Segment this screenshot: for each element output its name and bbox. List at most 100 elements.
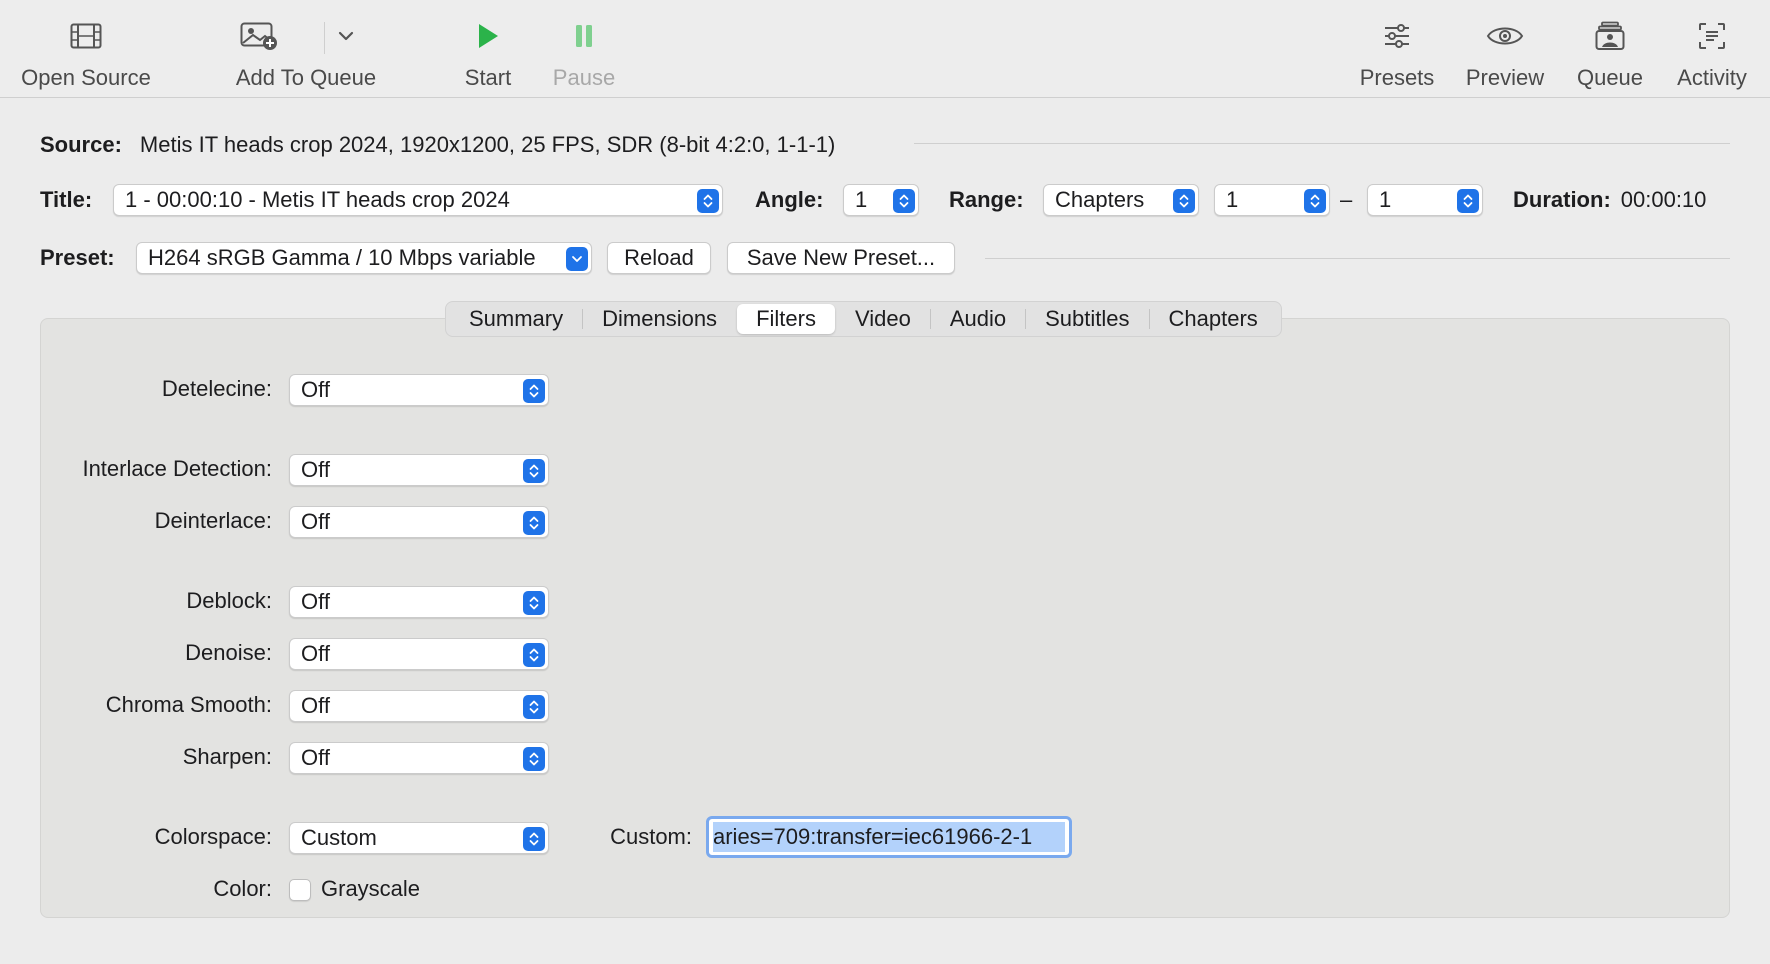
tab-chapters[interactable]: Chapters (1150, 304, 1277, 334)
open-source-label: Open Source (21, 65, 151, 90)
grayscale-checkbox[interactable] (289, 879, 311, 901)
deinterlace-popup[interactable]: Off (289, 506, 549, 538)
open-source-button[interactable]: Open Source (14, 0, 158, 98)
tab-filters[interactable]: Filters (737, 304, 835, 334)
title-label-wrap: Title: (40, 185, 92, 215)
start-button[interactable]: Start (450, 0, 526, 98)
chroma-smooth-stepper-icon (523, 695, 545, 719)
custom-colorspace-value: aries=709:transfer=iec61966-2-1 (713, 822, 1065, 852)
preview-button[interactable]: Preview (1460, 0, 1550, 98)
eye-icon (1486, 17, 1524, 55)
range-start-popup[interactable]: 1 (1214, 184, 1330, 216)
toolbar-separator (324, 22, 325, 54)
film-icon (70, 17, 102, 55)
interlace-detection-label: Interlace Detection: (82, 456, 272, 481)
tab-video[interactable]: Video (836, 304, 930, 334)
angle-popup-value: 1 (855, 187, 868, 212)
sharpen-label: Sharpen: (182, 744, 272, 769)
detelecine-stepper-icon (523, 379, 545, 403)
presets-label: Presets (1359, 65, 1435, 90)
source-label: Source: (40, 132, 122, 157)
deblock-value: Off (301, 589, 330, 614)
interlace-detection-stepper-icon (523, 459, 545, 483)
play-icon (475, 17, 501, 55)
preset-label: Preset: (40, 245, 115, 270)
start-label: Start (464, 65, 512, 90)
custom-colorspace-text: aries=709:transfer=iec61966-2-1 (713, 824, 1033, 849)
add-photo-icon (240, 17, 278, 55)
sharpen-popup[interactable]: Off (289, 742, 549, 774)
range-end-stepper-icon (1457, 189, 1479, 213)
range-type-value: Chapters (1055, 187, 1145, 212)
source-divider (914, 143, 1730, 144)
deblock-label: Deblock: (186, 588, 272, 613)
title-label: Title: (40, 187, 93, 212)
queue-label: Queue (1576, 65, 1644, 90)
denoise-popup[interactable]: Off (289, 638, 549, 670)
colorspace-stepper-icon (523, 827, 545, 851)
tab-dimensions[interactable]: Dimensions (583, 304, 736, 334)
range-type-stepper-icon (1173, 189, 1195, 213)
denoise-value: Off (301, 641, 330, 666)
source-value: Metis IT heads crop 2024, 1920x1200, 25 … (139, 132, 836, 157)
angle-label: Angle: (755, 187, 824, 212)
range-label-wrap: Range: (949, 185, 1024, 215)
activity-button[interactable]: Activity (1668, 0, 1756, 98)
denoise-label: Denoise: (185, 640, 272, 665)
toolbar: Open Source Add To Queue Start Pause Pre… (0, 0, 1770, 98)
add-to-queue-label: Add To Queue (235, 65, 377, 90)
range-separator: – (1340, 187, 1353, 212)
grayscale-label[interactable]: Grayscale (321, 876, 420, 902)
pause-label: Pause (552, 65, 616, 90)
reload-button[interactable]: Reload (607, 242, 711, 274)
deblock-popup[interactable]: Off (289, 586, 549, 618)
color-label: Color: (213, 876, 272, 901)
custom-colorspace-input[interactable]: aries=709:transfer=iec61966-2-1 (706, 816, 1072, 858)
pause-button[interactable]: Pause (546, 0, 622, 98)
preset-popup[interactable]: H264 sRGB Gamma / 10 Mbps variable (136, 242, 592, 274)
title-popup-stepper-icon (697, 189, 719, 213)
preset-popup-value: H264 sRGB Gamma / 10 Mbps variable (148, 245, 536, 270)
tab-summary[interactable]: Summary (450, 304, 582, 334)
presets-button[interactable]: Presets (1352, 0, 1442, 98)
source-row: Source: Metis IT heads crop 2024, 1920x1… (40, 130, 835, 160)
detelecine-value: Off (301, 377, 330, 402)
range-label: Range: (949, 187, 1024, 212)
chroma-smooth-value: Off (301, 693, 330, 718)
angle-popup-stepper-icon (893, 189, 915, 213)
range-end-value: 1 (1379, 187, 1392, 212)
deinterlace-label: Deinterlace: (154, 508, 272, 533)
preset-divider (985, 258, 1730, 259)
deblock-stepper-icon (523, 591, 545, 615)
add-to-queue-button[interactable]: Add To Queue (226, 0, 386, 98)
range-type-popup[interactable]: Chapters (1043, 184, 1199, 216)
interlace-detection-value: Off (301, 457, 330, 482)
range-start-stepper-icon (1304, 189, 1326, 213)
queue-button[interactable]: Queue (1566, 0, 1654, 98)
angle-popup[interactable]: 1 (843, 184, 919, 216)
detelecine-popup[interactable]: Off (289, 374, 549, 406)
colorspace-popup[interactable]: Custom (289, 822, 549, 854)
custom-label: Custom: (610, 824, 692, 849)
denoise-stepper-icon (523, 643, 545, 667)
tab-audio[interactable]: Audio (931, 304, 1025, 334)
title-popup[interactable]: 1 - 00:00:10 - Metis IT heads crop 2024 (113, 184, 723, 216)
colorspace-value: Custom (301, 825, 377, 850)
interlace-detection-popup[interactable]: Off (289, 454, 549, 486)
title-popup-value: 1 - 00:00:10 - Metis IT heads crop 2024 (125, 187, 510, 212)
add-to-queue-menu-chevron-icon[interactable] (334, 26, 358, 46)
chroma-smooth-label: Chroma Smooth: (105, 692, 272, 717)
chroma-smooth-popup[interactable]: Off (289, 690, 549, 722)
pause-icon (573, 17, 595, 55)
preview-label: Preview (1465, 65, 1545, 90)
save-new-preset-button[interactable]: Save New Preset... (727, 242, 955, 274)
sharpen-stepper-icon (523, 747, 545, 771)
range-end-popup[interactable]: 1 (1367, 184, 1483, 216)
deinterlace-value: Off (301, 509, 330, 534)
colorspace-label: Colorspace: (154, 824, 272, 849)
deinterlace-stepper-icon (523, 511, 545, 535)
tab-subtitles[interactable]: Subtitles (1026, 304, 1148, 334)
activity-label: Activity (1677, 65, 1747, 90)
duration-label: Duration: (1513, 187, 1611, 212)
duration-value: 00:00:10 (1620, 187, 1707, 212)
